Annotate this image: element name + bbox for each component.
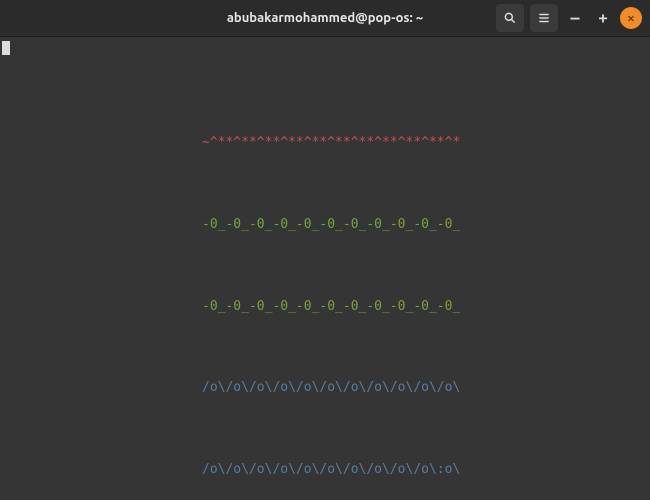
title-controls: – + ✕ <box>496 4 642 32</box>
alien-row-top: ~^**^**^**^**^**^**^**^**^**^**^* <box>6 136 644 150</box>
alien-row-blue1: /o\/o\/o\/o\/o\/o\/o\/o\/o\/o\/o\ <box>6 381 644 395</box>
terminal-cursor <box>2 41 10 55</box>
minimize-button[interactable]: – <box>564 7 586 29</box>
close-button[interactable]: ✕ <box>620 7 642 29</box>
alien-row-green1: -0_-0_-0_-0_-0_-0_-0_-0_-0_-0_-0_ <box>6 218 644 232</box>
minimize-icon: – <box>570 9 579 27</box>
alien-row-green2: -0_-0_-0_-0_-0_-0_-0_-0_-0_-0_-0_ <box>6 300 644 314</box>
search-button[interactable] <box>496 4 524 32</box>
maximize-button[interactable]: + <box>592 7 614 29</box>
close-icon: ✕ <box>627 11 634 25</box>
window-titlebar: abubakarmohammed@pop-os: ~ – + ✕ <box>0 0 650 36</box>
search-icon <box>503 11 517 25</box>
maximize-icon: + <box>598 9 607 27</box>
alien-row-blue2: /o\/o\/o\/o\/o\/o\/o\/o\/o\/o\:o\ <box>6 463 644 477</box>
hamburger-menu-button[interactable] <box>530 4 558 32</box>
hamburger-icon <box>537 11 551 25</box>
terminal-viewport[interactable]: ~^**^**^**^**^**^**^**^**^**^**^* -0_-0_… <box>0 36 650 500</box>
